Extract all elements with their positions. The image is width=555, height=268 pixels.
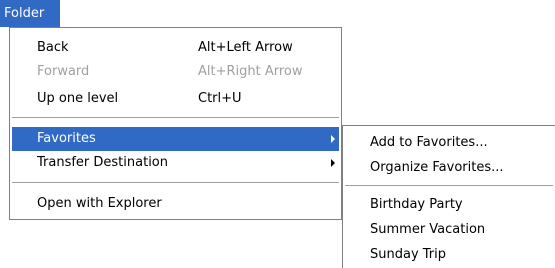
menu-item-favorites[interactable]: Favorites: [12, 127, 339, 151]
favorite-item[interactable]: Birthday Party: [345, 193, 553, 217]
menu-item-label: Up one level: [37, 91, 119, 106]
menu-item-label: Summer Vacation: [370, 222, 486, 237]
favorite-item[interactable]: Sunday Trip: [345, 243, 553, 267]
favorites-submenu: Add to Favorites... Organize Favorites..…: [342, 125, 555, 268]
menu-item-shortcut: Alt+Right Arrow: [198, 64, 303, 79]
menu-separator: [12, 117, 339, 118]
menu-item-label: Forward: [37, 64, 90, 79]
folder-menu-title[interactable]: Folder: [0, 0, 60, 27]
menu-item-shortcut: Ctrl+U: [198, 91, 242, 106]
menu-item-label: Transfer Destination: [37, 155, 169, 170]
menu-item-label: Organize Favorites...: [370, 160, 504, 175]
submenu-item-add-to-favorites[interactable]: Add to Favorites...: [345, 131, 553, 155]
menu-item-label: Favorites: [37, 131, 96, 146]
menu-item-open-with-explorer[interactable]: Open with Explorer: [12, 192, 339, 216]
menu-item-label: Sunday Trip: [370, 247, 447, 262]
menu-separator: [345, 185, 553, 186]
folder-menu: Back Alt+Left Arrow Forward Alt+Right Ar…: [9, 27, 342, 220]
menu-item-transfer-destination[interactable]: Transfer Destination: [12, 151, 339, 175]
menu-item-up-one-level[interactable]: Up one level Ctrl+U: [12, 87, 339, 111]
menu-item-label: Add to Favorites...: [370, 135, 488, 150]
menu-separator: [12, 182, 339, 183]
submenu-item-organize-favorites[interactable]: Organize Favorites...: [345, 156, 553, 180]
menu-item-label: Birthday Party: [370, 197, 463, 212]
menu-item-forward: Forward Alt+Right Arrow: [12, 60, 339, 84]
submenu-arrow-icon: [331, 159, 335, 167]
menu-item-shortcut: Alt+Left Arrow: [198, 40, 293, 55]
menu-item-back[interactable]: Back Alt+Left Arrow: [12, 36, 339, 60]
favorite-item[interactable]: Summer Vacation: [345, 218, 553, 242]
submenu-arrow-icon: [331, 135, 335, 143]
menu-item-label: Back: [37, 40, 69, 55]
menu-item-label: Open with Explorer: [37, 196, 162, 211]
